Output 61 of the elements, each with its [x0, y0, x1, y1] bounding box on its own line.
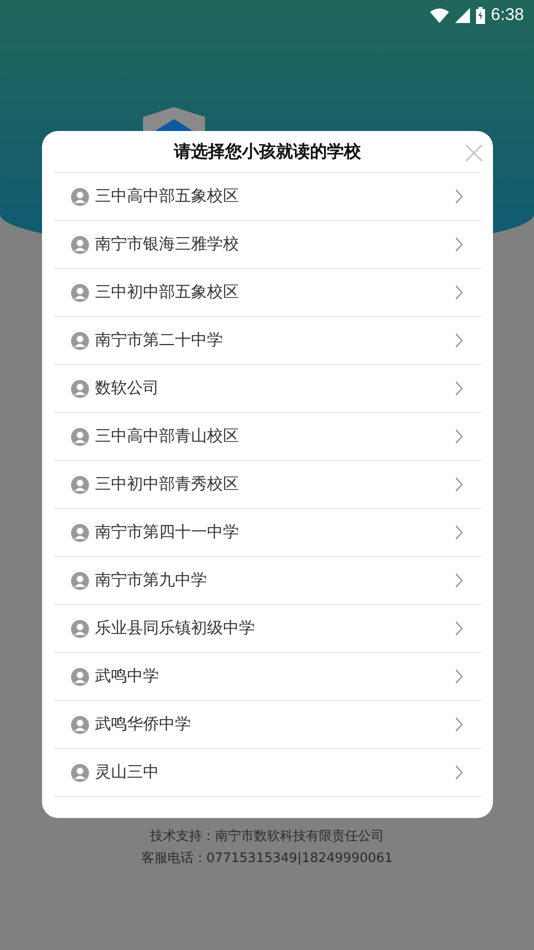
battery-icon	[476, 6, 485, 24]
person-icon	[71, 188, 89, 206]
school-item[interactable]: 南宁市第二十中学	[54, 317, 481, 365]
school-item[interactable]: 三中初中部青秀校区	[54, 461, 481, 509]
school-name: 南宁市第四十一中学	[95, 522, 240, 543]
school-name: 乐业县同乐镇初级中学	[95, 618, 256, 639]
school-name: 灵山三中	[95, 762, 160, 783]
hotline-text: 客服电话：07715315349|18249990061	[141, 850, 393, 868]
person-icon	[71, 620, 89, 638]
chevron-right-icon	[455, 525, 463, 540]
chevron-right-icon	[455, 765, 463, 780]
person-icon	[71, 332, 89, 350]
school-name: 数软公司	[95, 378, 160, 399]
school-name: 武鸣华侨中学	[95, 714, 192, 735]
school-item[interactable]: 武鸣华侨中学	[54, 701, 481, 749]
person-icon	[71, 236, 89, 254]
chevron-right-icon	[455, 621, 463, 636]
school-item[interactable]: 南宁市第四十一中学	[54, 509, 481, 557]
dialog-title: 请选择您小孩就读的学校	[174, 141, 361, 163]
school-item[interactable]: 三中高中部五象校区	[54, 173, 481, 221]
chevron-right-icon	[455, 717, 463, 732]
school-name: 武鸣中学	[95, 666, 160, 687]
school-name: 三中高中部五象校区	[95, 186, 240, 207]
chevron-right-icon	[455, 573, 463, 588]
person-icon	[71, 380, 89, 398]
school-item[interactable]: 南宁市第九中学	[54, 557, 481, 605]
school-item[interactable]: 数软公司	[54, 365, 481, 413]
person-icon	[71, 716, 89, 734]
chevron-right-icon	[455, 477, 463, 492]
close-icon[interactable]	[465, 144, 483, 162]
chevron-right-icon	[455, 189, 463, 204]
school-name: 三中初中部青秀校区	[95, 474, 240, 495]
wifi-icon	[430, 8, 449, 22]
person-icon	[71, 476, 89, 494]
school-item[interactable]: 乐业县同乐镇初级中学	[54, 605, 481, 653]
person-icon	[71, 284, 89, 302]
person-icon	[71, 668, 89, 686]
school-item[interactable]: 三中初中部五象校区	[54, 269, 481, 317]
shield-icon	[143, 107, 205, 131]
support-text: 技术支持：南宁市数软科技有限责任公司	[150, 828, 384, 846]
person-icon	[71, 524, 89, 542]
chevron-right-icon	[455, 237, 463, 252]
chevron-right-icon	[455, 285, 463, 300]
school-item[interactable]: 武鸣中学	[54, 653, 481, 701]
chevron-right-icon	[455, 429, 463, 444]
person-icon	[71, 764, 89, 782]
person-icon	[71, 572, 89, 590]
school-item[interactable]: 灵山三中	[54, 749, 481, 797]
person-icon	[71, 428, 89, 446]
chevron-right-icon	[455, 333, 463, 348]
school-name: 三中初中部五象校区	[95, 282, 240, 303]
chevron-right-icon	[455, 669, 463, 684]
school-item[interactable]: 南宁市银海三雅学校	[54, 221, 481, 269]
chevron-right-icon	[455, 381, 463, 396]
school-name: 南宁市第九中学	[95, 570, 208, 591]
school-item[interactable]: 三中高中部青山校区	[54, 413, 481, 461]
school-name: 南宁市第二十中学	[95, 330, 224, 351]
school-name: 南宁市银海三雅学校	[95, 234, 240, 255]
signal-icon	[454, 8, 470, 22]
school-name: 三中高中部青山校区	[95, 426, 240, 447]
status-time: 6:38	[490, 5, 524, 25]
